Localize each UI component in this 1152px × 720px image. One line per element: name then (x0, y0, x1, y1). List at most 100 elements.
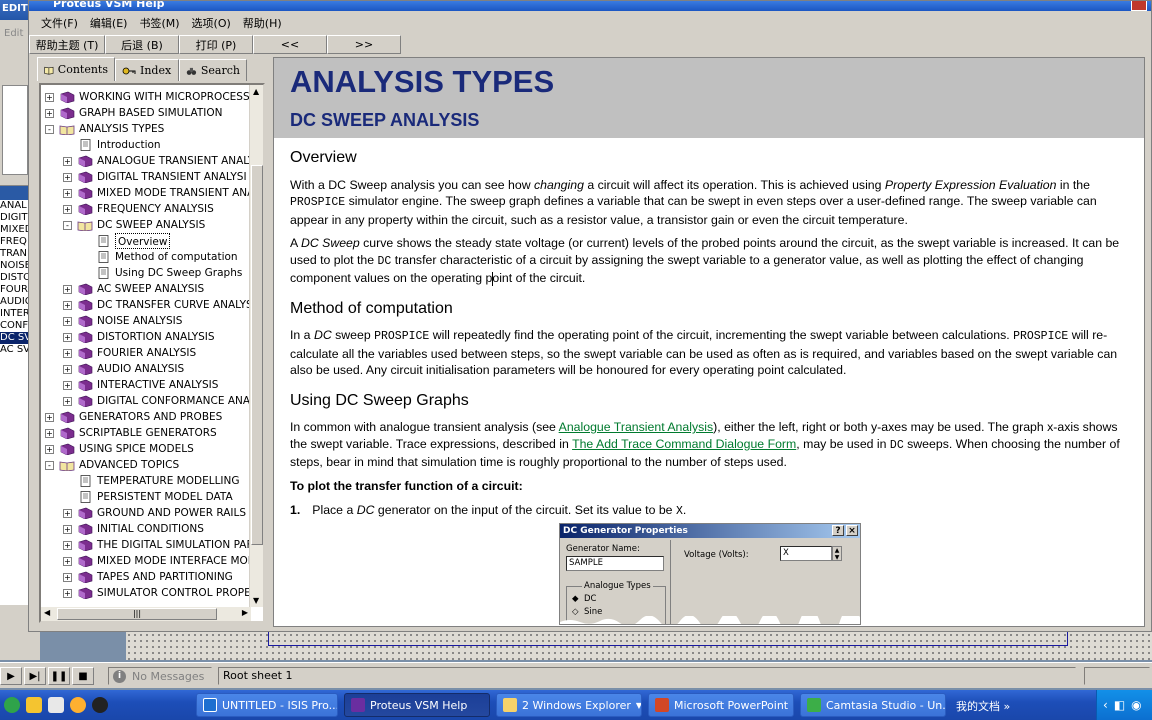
expand-icon[interactable]: + (63, 317, 72, 326)
scroll-down-icon[interactable]: ▼ (253, 596, 259, 605)
help-title-bar[interactable]: Proteus VSM Help (29, 1, 1151, 11)
pen-tool-icon[interactable] (48, 697, 64, 713)
task-help[interactable]: Proteus VSM Help (344, 693, 490, 717)
tree-node[interactable]: + DIGITAL CONFORMANCE ANA (41, 393, 253, 409)
device-list-item[interactable]: NOISE (0, 260, 30, 272)
tree-horizontal-scrollbar[interactable]: ◀ ||| ▶ (41, 607, 251, 621)
tab-search[interactable]: Search (179, 59, 247, 81)
messenger-icon[interactable] (26, 697, 42, 713)
firefox-icon[interactable] (70, 697, 86, 713)
device-list-item[interactable]: TRAN (0, 248, 30, 260)
task-powerpoint[interactable]: Microsoft PowerPoint (648, 693, 794, 717)
collapse-icon[interactable]: - (45, 125, 54, 134)
print-button[interactable]: 打印 (P) (179, 35, 253, 54)
tree-node[interactable]: + USING SPICE MODELS (41, 441, 253, 457)
expand-icon[interactable]: + (45, 93, 54, 102)
tree-node[interactable]: Using DC Sweep Graphs (41, 265, 253, 281)
device-list-item[interactable]: AUDIO (0, 296, 30, 308)
tree-node[interactable]: + FREQUENCY ANALYSIS (41, 201, 253, 217)
tree-node[interactable]: + DIGITAL TRANSIENT ANALYSI (41, 169, 253, 185)
analogue-transient-link[interactable]: Analogue Transient Analysis (559, 420, 714, 434)
expand-icon[interactable]: + (63, 333, 72, 342)
tree-node[interactable]: - DC SWEEP ANALYSIS (41, 217, 253, 233)
tree-node[interactable]: + MIXED MODE INTERFACE MOD (41, 553, 256, 569)
scroll-up-icon[interactable]: ▲ (253, 87, 259, 96)
device-list-item[interactable]: AC SV (0, 344, 30, 356)
expand-icon[interactable]: + (63, 573, 72, 582)
tab-contents[interactable]: Contents (37, 57, 115, 81)
contents-tree[interactable]: + WORKING WITH MICROPROCESSO + GRAPH BASED … (39, 83, 265, 623)
expand-icon[interactable]: + (63, 157, 72, 166)
tree-node[interactable]: + THE DIGITAL SIMULATION PAF (41, 537, 253, 553)
expand-icon[interactable]: + (45, 445, 54, 454)
expand-icon[interactable]: + (63, 365, 72, 374)
tree-node[interactable]: + SCRIPTABLE GENERATORS (41, 425, 253, 441)
hscroll-thumb[interactable]: ||| (57, 608, 217, 620)
scroll-thumb[interactable] (251, 165, 263, 545)
my-documents-toolbar[interactable]: 我的文档 » (956, 698, 1010, 714)
tree-node[interactable]: Method of computation (41, 249, 253, 265)
isis-menu-fragment[interactable]: Edit (0, 28, 30, 42)
task-camtasia[interactable]: Camtasia Studio - Un... (800, 693, 946, 717)
pause-icon[interactable]: ❚❚ (48, 667, 70, 685)
task-isis[interactable]: UNTITLED - ISIS Pro... (196, 693, 338, 717)
expand-icon[interactable]: + (63, 189, 72, 198)
step-icon[interactable]: ▶| (24, 667, 46, 685)
tree-node[interactable]: + GRAPH BASED SIMULATION (41, 105, 253, 121)
device-list-item[interactable]: MIXED (0, 224, 30, 236)
expand-icon[interactable]: + (63, 557, 72, 566)
expand-icon[interactable]: + (63, 285, 72, 294)
expand-icon[interactable]: + (45, 429, 54, 438)
device-list-item[interactable]: DIGIT (0, 212, 30, 224)
device-list-item[interactable]: FOUR (0, 284, 30, 296)
tree-node[interactable]: + INTERACTIVE ANALYSIS (41, 377, 253, 393)
prev-topic-button[interactable]: << (253, 35, 327, 54)
next-topic-button[interactable]: >> (327, 35, 401, 54)
tray-expand-icon[interactable]: ‹ (1103, 698, 1108, 712)
collapse-icon[interactable]: - (63, 221, 72, 230)
tree-node[interactable]: TEMPERATURE MODELLING (41, 473, 253, 489)
tree-node[interactable]: + DISTORTION ANALYSIS (41, 329, 253, 345)
isis-schematic-canvas[interactable] (126, 632, 1152, 660)
device-list-item[interactable]: CONF (0, 320, 30, 332)
tree-node[interactable]: + DC TRANSFER CURVE ANALYS (41, 297, 253, 313)
back-button[interactable]: 后退 (B) (105, 35, 179, 54)
tree-node[interactable]: + MIXED MODE TRANSIENT ANA (41, 185, 254, 201)
stop-icon[interactable]: ■ (72, 667, 94, 685)
tree-node[interactable]: Introduction (41, 137, 253, 153)
device-list-item[interactable]: FREQ (0, 236, 30, 248)
help-topics-button[interactable]: 帮助主题 (T) (29, 35, 105, 54)
menu-edit[interactable]: 编辑(E) (84, 15, 134, 31)
volume-icon[interactable]: ◉ (1131, 698, 1141, 712)
tree-node[interactable]: PERSISTENT MODEL DATA (41, 489, 253, 505)
tree-node[interactable]: + NOISE ANALYSIS (41, 313, 253, 329)
menu-file[interactable]: 文件(F) (35, 15, 84, 31)
tree-node[interactable]: - ANALYSIS TYPES (41, 121, 253, 137)
isis-device-list[interactable]: ANAL DIGIT MIXED FREQ TRAN NOISE DISTO FOUR AUDI… (0, 185, 30, 605)
expand-icon[interactable]: + (63, 205, 72, 214)
toolbar-more-icon[interactable]: » (1004, 700, 1011, 713)
expand-icon[interactable]: + (63, 509, 72, 518)
device-list-item[interactable]: ANAL (0, 200, 30, 212)
expand-icon[interactable]: + (63, 541, 72, 550)
scroll-right-icon[interactable]: ▶ (242, 608, 248, 617)
tree-node[interactable]: + TAPES AND PARTITIONING (41, 569, 253, 585)
message-box[interactable]: i No Messages (108, 667, 212, 685)
tab-index[interactable]: Index (115, 59, 179, 81)
device-list-item[interactable]: DC SV (0, 332, 30, 344)
tree-node[interactable]: Overview (41, 233, 253, 249)
network-icon[interactable]: ◧ (1114, 698, 1125, 712)
close-window-icon[interactable] (1131, 1, 1147, 11)
tree-node[interactable]: + INITIAL CONDITIONS (41, 521, 253, 537)
tree-node[interactable]: + FOURIER ANALYSIS (41, 345, 253, 361)
tree-node[interactable]: + ANALOGUE TRANSIENT ANALY (41, 153, 254, 169)
tree-node[interactable]: + AC SWEEP ANALYSIS (41, 281, 253, 297)
scroll-left-icon[interactable]: ◀ (44, 608, 50, 617)
collapse-icon[interactable]: - (45, 461, 54, 470)
expand-icon[interactable]: + (63, 397, 72, 406)
tree-node[interactable]: + GENERATORS AND PROBES (41, 409, 253, 425)
tree-node[interactable]: + SIMULATOR CONTROL PROPE (41, 585, 253, 601)
tree-node[interactable]: + GROUND AND POWER RAILS (41, 505, 253, 521)
add-trace-link[interactable]: The Add Trace Command Dialogue Form (572, 437, 796, 451)
menu-options[interactable]: 选项(O) (186, 15, 237, 31)
